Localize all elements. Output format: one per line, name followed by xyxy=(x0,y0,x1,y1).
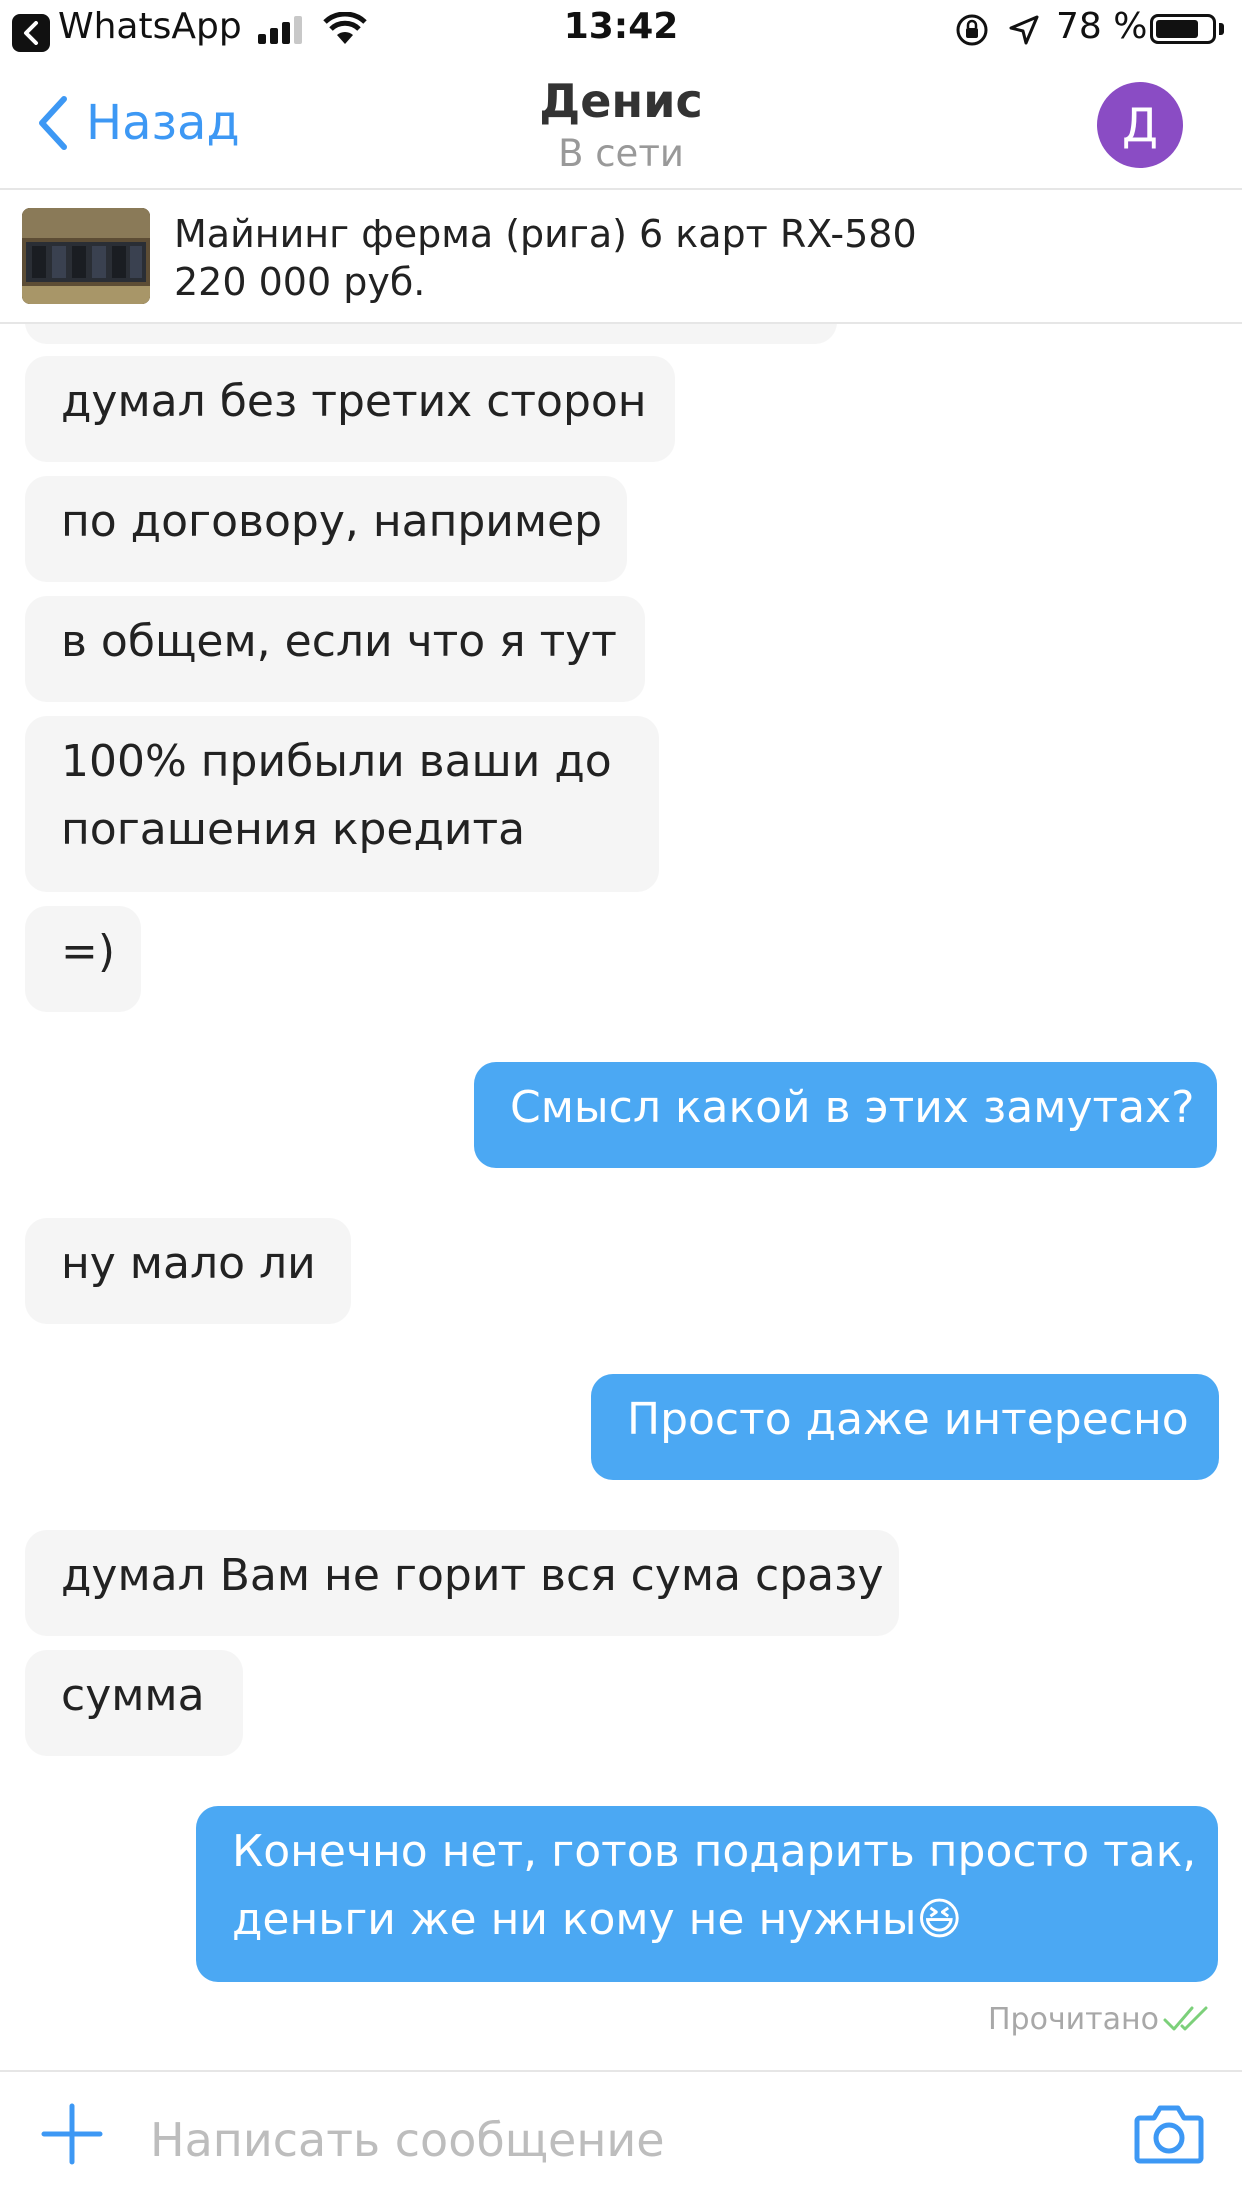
message-line: Конечно нет, готов подарить просто так, xyxy=(232,1826,1197,1877)
message-composer xyxy=(0,2070,1242,2208)
message-line: деньги же ни кому не нужны😆 xyxy=(232,1894,963,1945)
online-status: В сети xyxy=(558,132,684,175)
plus-icon[interactable] xyxy=(40,2102,104,2166)
message-bubble-partial xyxy=(25,324,837,344)
rotation-lock-icon xyxy=(956,14,988,46)
contact-name: Денис xyxy=(539,74,703,128)
message-bubble-incoming: сумма xyxy=(25,1650,243,1756)
message-bubble-incoming: 100% прибыли ваши до погашения кредита xyxy=(25,716,659,892)
message-bubble-incoming: в общем, если что я тут xyxy=(25,596,645,702)
battery-tip xyxy=(1219,23,1224,35)
message-bubble-incoming: по договору, например xyxy=(25,476,627,582)
message-bubble-outgoing: Смысл какой в этих замутах? xyxy=(474,1062,1217,1168)
battery-percent: 78 % xyxy=(1056,6,1148,47)
battery-icon xyxy=(1150,14,1216,44)
message-bubble-outgoing: Конечно нет, готов подарить просто так, … xyxy=(196,1806,1218,1982)
listing-title: Майнинг ферма (рига) 6 карт RX-580 xyxy=(174,212,917,256)
listing-photo xyxy=(22,208,150,304)
location-icon xyxy=(1009,15,1039,45)
message-bubble-incoming: =) xyxy=(25,906,141,1012)
battery-level xyxy=(1156,20,1198,38)
message-line: погашения кредита xyxy=(61,804,526,855)
message-input[interactable] xyxy=(150,2100,1100,2180)
read-receipt-label: Прочитано xyxy=(988,2002,1160,2037)
message-bubble-incoming: ну мало ли xyxy=(25,1218,351,1324)
chat-header: Назад Денис В сети Д xyxy=(0,60,1242,190)
camera-icon[interactable] xyxy=(1134,2102,1204,2164)
avatar[interactable]: Д xyxy=(1097,82,1183,168)
message-bubble-incoming: думал Вам не горит вся сума сразу xyxy=(25,1530,899,1636)
message-bubble-outgoing: Просто даже интересно xyxy=(591,1374,1219,1480)
message-line: 100% прибыли ваши до xyxy=(61,736,612,787)
status-bar: WhatsApp 13:42 78 % xyxy=(0,0,1242,60)
listing-price: 220 000 руб. xyxy=(174,260,426,304)
message-list[interactable]: думал без третих сторон по договору, нап… xyxy=(0,324,1242,2070)
listing-card[interactable]: Майнинг ферма (рига) 6 карт RX-580 220 0… xyxy=(0,190,1242,324)
double-check-icon xyxy=(1163,2006,1208,2031)
message-bubble-incoming: думал без третих сторон xyxy=(25,356,675,462)
